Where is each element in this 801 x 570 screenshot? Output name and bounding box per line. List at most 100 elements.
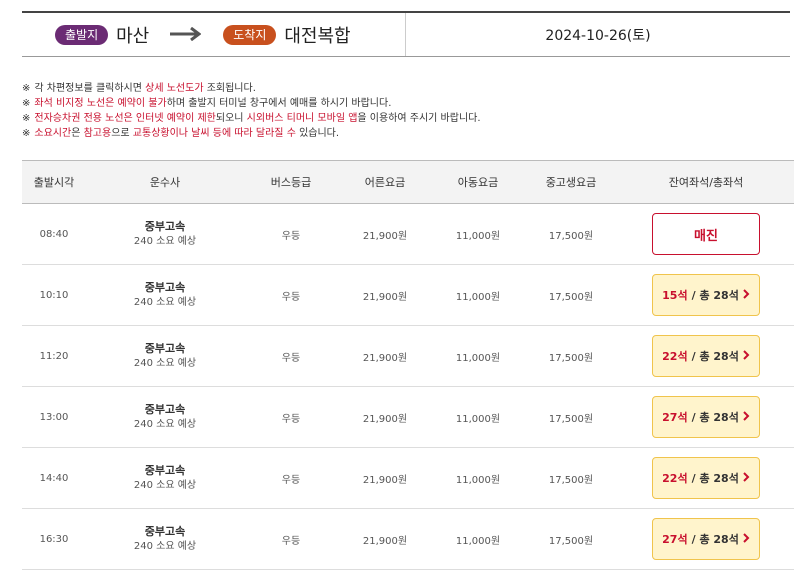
table-row[interactable]: 16:30 중부고속 240 소요 예상 우등 21,900원 11,000원 17,500… [22,508,794,570]
duration: 240 소요 예상 [133,541,197,552]
notice-mark: ※ [22,83,31,94]
seats-cell: 15석 / 총 28석 [618,264,794,326]
child-fare: 11,000원 [432,203,524,265]
total-prefix: / 총 [691,289,710,302]
notice-item: ※ 소요시간은 참고용으로 교통상황이나 날씨 등에 따라 달라질 수 있습니다. [22,126,792,141]
notice-mark: ※ [22,113,31,124]
table-row[interactable]: 10:10 중부고속 240 소요 예상 우등 21,900원 11,000원 17,500… [22,264,794,326]
notice-highlight: 좌석 비지정 노선은 예약이 불가 [34,98,167,109]
header-bus-grade: 버스등급 [244,160,338,204]
seats-cell: 27석 / 총 28석 [618,508,794,570]
child-fare: 11,000원 [432,264,524,326]
total-prefix: / 총 [691,411,710,424]
seat-select-button[interactable]: 22석 / 총 28석 [652,457,760,499]
header-company: 운수사 [86,160,244,204]
company-name: 중부고속 [144,281,186,294]
table-row[interactable]: 08:40 중부고속 240 소요 예상 우등 21,900원 11,000원 17,500… [22,203,794,265]
duration: 240 소요 예상 [133,358,197,369]
chevron-right-icon [743,410,750,425]
departure-date: 2024-10-26(토) [545,27,651,44]
notice-text: 있습니다. [295,128,340,139]
notice-text: 은 [71,128,84,139]
route-header: 출발지 마산 도착지 대전복합 2024-10-26(토) [22,11,790,57]
arrival-badge: 도착지 [223,24,277,45]
table-row[interactable]: 14:40 중부고속 240 소요 예상 우등 21,900원 11,000원 17,500… [22,447,794,509]
adult-fare: 21,900원 [338,203,432,265]
adult-fare: 21,900원 [338,264,432,326]
company-name: 중부고속 [144,525,186,538]
company-cell: 중부고속 240 소요 예상 [86,508,244,570]
youth-fare: 17,500원 [524,447,618,509]
duration: 240 소요 예상 [133,297,197,308]
notice-text: 하며 출발지 터미널 창구에서 예매를 하시기 바랍니다. [166,98,392,109]
bus-grade: 우등 [244,203,338,265]
departure-time: 13:00 [22,386,86,448]
notice-highlight: 참고용 [83,128,112,139]
youth-fare: 17,500원 [524,508,618,570]
notice-item: ※ 각 차편정보를 클릭하시면 상세 노선도가 조회됩니다. [22,81,792,96]
company-cell: 중부고속 240 소요 예상 [86,264,244,326]
seats-cell: 27석 / 총 28석 [618,386,794,448]
company-name: 중부고속 [144,220,186,233]
table-row[interactable]: 11:20 중부고속 240 소요 예상 우등 21,900원 11,000원 17,500… [22,325,794,387]
seat-select-button[interactable]: 27석 / 총 28석 [652,396,760,438]
company-cell: 중부고속 240 소요 예상 [86,325,244,387]
adult-fare: 21,900원 [338,508,432,570]
seat-select-button[interactable]: 27석 / 총 28석 [652,518,760,560]
company-cell: 중부고속 240 소요 예상 [86,203,244,265]
header-child-fare: 아동요금 [432,160,524,204]
chevron-right-icon [743,471,750,486]
header-seats: 잔여좌석/총좌석 [618,160,794,204]
company-name: 중부고속 [144,342,186,355]
youth-fare: 17,500원 [524,203,618,265]
total-seats: 28석 [713,533,739,546]
adult-fare: 21,900원 [338,447,432,509]
seats-cell: 22석 / 총 28석 [618,447,794,509]
seats-cell: 22석 / 총 28석 [618,325,794,387]
notice-text: 각 차편정보를 클릭하시면 [34,83,146,94]
chevron-right-icon [743,532,750,547]
notice-list: ※ 각 차편정보를 클릭하시면 상세 노선도가 조회됩니다. ※ 좌석 비지정 노선은… [22,81,792,141]
right-arrow-icon [169,25,202,45]
departure-time: 14:40 [22,447,86,509]
notice-highlight: 상세 노선도가 [145,83,204,94]
seat-select-button[interactable]: 22석 / 총 28석 [652,335,760,377]
adult-fare: 21,900원 [338,325,432,387]
notice-highlight: 전자승차권 전용 노선은 인터넷 예약이 제한 [34,113,216,124]
notice-text: 을 이용하여 주시기 바랍니다. [357,113,481,124]
notice-text: 되오니 [215,113,247,124]
bus-grade: 우등 [244,386,338,448]
bus-grade: 우등 [244,325,338,387]
header-departure-time: 출발시각 [22,160,86,204]
company-name: 중부고속 [144,403,186,416]
remaining-seats: 22석 [662,472,688,485]
adult-fare: 21,900원 [338,386,432,448]
remaining-seats: 15석 [662,289,688,302]
total-seats: 28석 [713,289,739,302]
company-cell: 중부고속 240 소요 예상 [86,386,244,448]
remaining-seats: 27석 [662,533,688,546]
total-seats: 28석 [713,350,739,363]
total-seats: 28석 [713,411,739,424]
route-summary: 출발지 마산 도착지 대전복합 [22,13,406,56]
departure-terminal: 마산 [116,25,150,47]
notice-item: ※ 좌석 비지정 노선은 예약이 불가하며 출발지 터미널 창구에서 예매를 하시… [22,96,792,111]
seat-select-button[interactable]: 15석 / 총 28석 [652,274,760,316]
schedule-table: 출발시각 운수사 버스등급 어른요금 아동요금 중고생요금 잔여좌석/총좌석 0… [22,160,794,570]
total-prefix: / 총 [691,472,710,485]
youth-fare: 17,500원 [524,264,618,326]
child-fare: 11,000원 [432,508,524,570]
arrival-terminal: 대전복합 [284,25,351,47]
departure-time: 08:40 [22,203,86,265]
notice-text: 으로 [111,128,133,139]
notice-highlight: 소요시간 [34,128,72,139]
chevron-right-icon [743,288,750,303]
notice-mark: ※ [22,98,31,109]
soldout-badge: 매진 [652,213,760,255]
seats-cell: 매진 [618,203,794,265]
departure-time: 10:10 [22,264,86,326]
duration: 240 소요 예상 [133,480,197,491]
table-row[interactable]: 13:00 중부고속 240 소요 예상 우등 21,900원 11,000원 17,500… [22,386,794,448]
duration: 240 소요 예상 [133,236,197,247]
header-adult-fare: 어른요금 [338,160,432,204]
